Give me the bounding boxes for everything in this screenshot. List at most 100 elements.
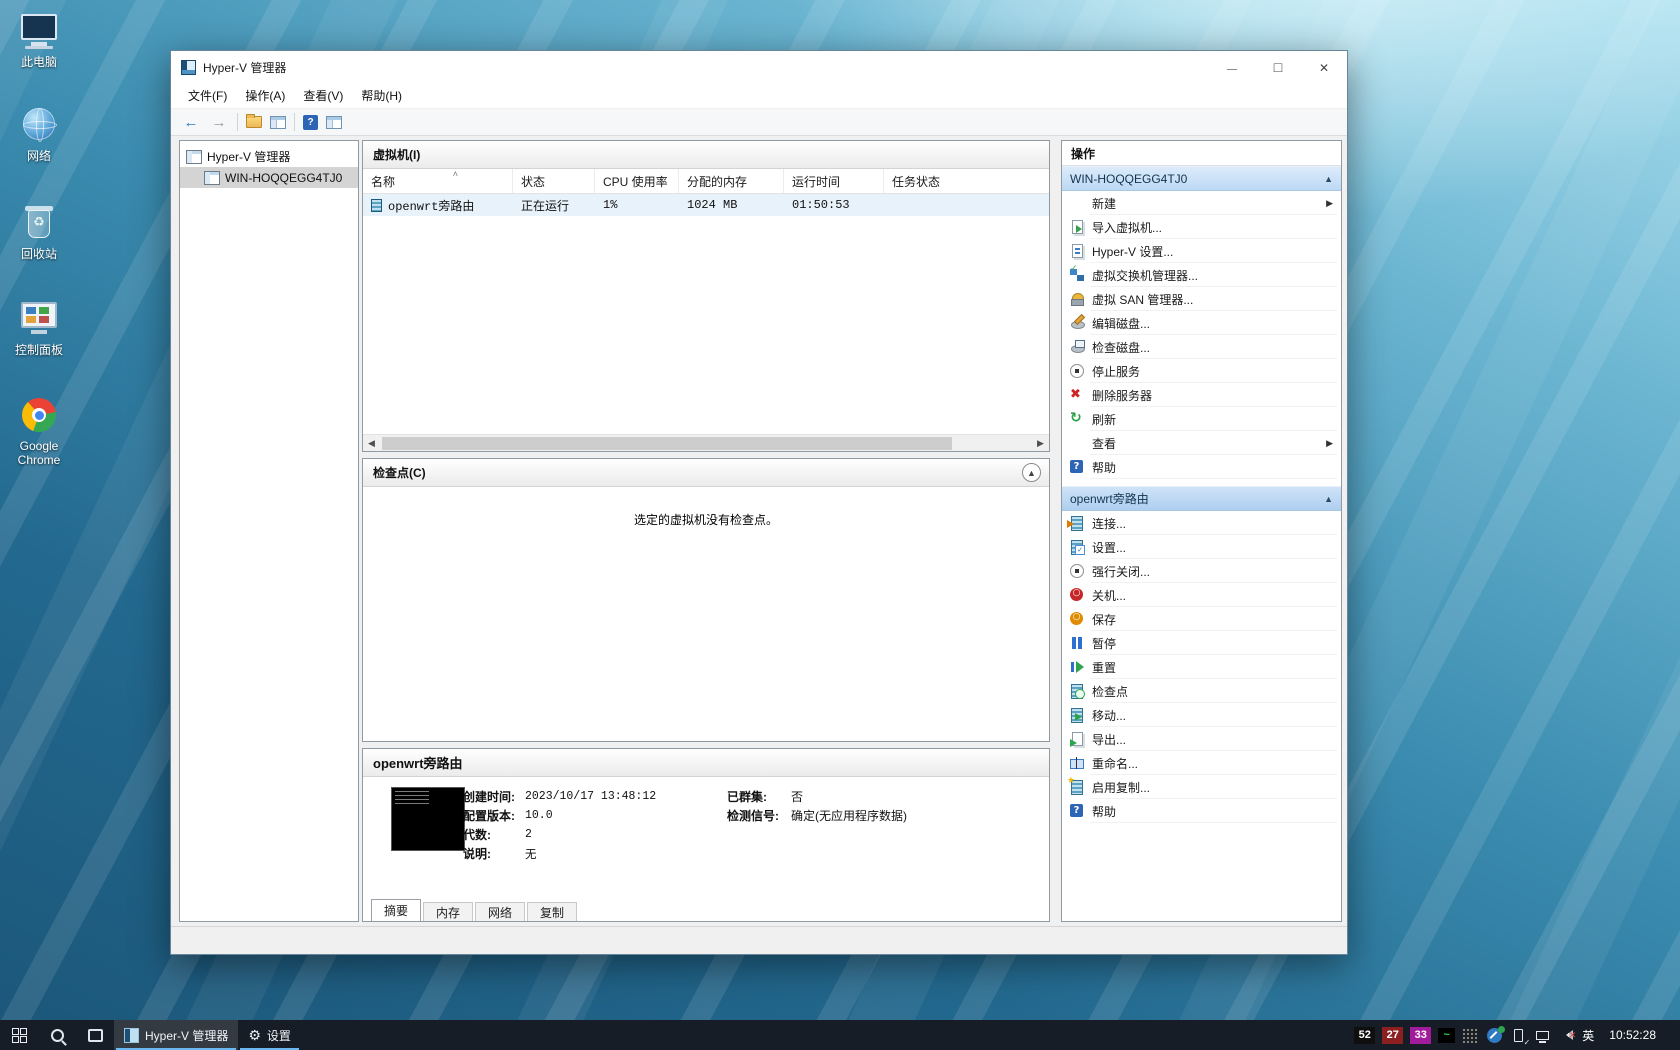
tab-summary[interactable]: 摘要 <box>371 899 422 921</box>
column-name[interactable]: 名称 <box>363 169 513 193</box>
help-icon <box>1069 803 1085 819</box>
checkpoints-empty-message: 选定的虚拟机没有检查点。 <box>633 513 778 527</box>
search-button[interactable] <box>38 1020 76 1050</box>
scroll-left-icon[interactable]: ◀ <box>363 435 380 452</box>
tray-badge-cpu[interactable]: 52 <box>1354 1026 1376 1044</box>
action-turn-off[interactable]: 强行关闭... <box>1062 559 1341 583</box>
action-new[interactable]: 新建 ▶ <box>1062 191 1341 215</box>
vm-icon <box>371 198 382 212</box>
clock[interactable]: 10:52:28 <box>1601 1028 1664 1042</box>
tray-badge-usage[interactable]: 33 <box>1410 1026 1432 1044</box>
action-checkpoint[interactable]: 检查点 <box>1062 679 1341 703</box>
action-hyperv-settings[interactable]: Hyper-V 设置... <box>1062 239 1341 263</box>
ime-language-indicator[interactable]: 英 <box>1582 1027 1594 1044</box>
connected-device-icon[interactable] <box>1486 1027 1503 1043</box>
action-pause[interactable]: 暂停 <box>1062 631 1341 655</box>
app-grid-tray-icon[interactable] <box>1462 1027 1480 1043</box>
action-export[interactable]: 导出... <box>1062 727 1341 751</box>
menu-view[interactable]: 查看(V) <box>294 83 352 108</box>
scrollbar-thumb[interactable] <box>382 436 952 450</box>
action-stop-service[interactable]: 停止服务 <box>1062 359 1341 383</box>
details-tabs: 摘要 内存 网络 复制 <box>371 899 579 921</box>
submenu-arrow-icon: ▶ <box>1326 197 1333 208</box>
action-inspect-disk[interactable]: 检查磁盘... <box>1062 335 1341 359</box>
vm-task-cell <box>884 194 1049 216</box>
desktop-icon-google-chrome[interactable]: Google Chrome <box>6 396 72 467</box>
collapse-panel-button[interactable]: ▲ <box>1022 463 1041 482</box>
action-save[interactable]: 保存 <box>1062 607 1341 631</box>
menu-file[interactable]: 文件(F) <box>179 83 236 108</box>
show-console-tree-icon[interactable] <box>270 115 286 129</box>
volume-muted-icon[interactable] <box>1558 1028 1577 1043</box>
action-rename[interactable]: 重命名... <box>1062 751 1341 775</box>
task-view-button[interactable] <box>76 1020 114 1050</box>
minimize-button[interactable] <box>1209 51 1255 83</box>
column-task-status[interactable]: 任务状态 <box>884 169 1049 193</box>
tree-item-root[interactable]: Hyper-V 管理器 <box>180 146 358 167</box>
menu-help[interactable]: 帮助(H) <box>352 83 411 108</box>
tray-badge-temp[interactable]: 27 <box>1382 1026 1404 1044</box>
desktop-icon-this-pc[interactable]: 此电脑 <box>6 12 72 69</box>
search-icon <box>50 1028 64 1042</box>
actions-section-server-header[interactable]: WIN-HOQQEGG4TJ0 ▲ <box>1062 166 1341 191</box>
hyperv-manager-window: Hyper-V 管理器 文件(F) 操作(A) 查看(V) 帮助(H) ← → … <box>170 50 1348 955</box>
action-enable-replication[interactable]: 启用复制... <box>1062 775 1341 799</box>
desktop-icon-recycle-bin[interactable]: ♻ 回收站 <box>6 204 72 261</box>
action-connect[interactable]: 连接... <box>1062 511 1341 535</box>
toolbar-help-icon[interactable]: ? <box>303 114 318 130</box>
scroll-right-icon[interactable]: ▶ <box>1032 435 1049 452</box>
vm-state-cell: 正在运行 <box>521 199 570 214</box>
horizontal-scrollbar[interactable]: ◀ ▶ <box>363 434 1049 451</box>
vm-cpu-cell: 1% <box>603 198 618 212</box>
back-icon[interactable]: ← <box>181 112 201 132</box>
action-refresh[interactable]: 刷新 <box>1062 407 1341 431</box>
column-state[interactable]: 状态 <box>513 169 595 193</box>
actions-title: 操作 <box>1062 141 1341 166</box>
collapse-section-icon[interactable]: ▲ <box>1324 494 1333 504</box>
taskbar-app-hyperv[interactable]: Hyper-V 管理器 <box>114 1020 239 1050</box>
settings-gear-icon: ⚙ <box>248 1027 261 1043</box>
tab-memory[interactable]: 内存 <box>423 902 474 921</box>
action-edit-disk[interactable]: 编辑磁盘... <box>1062 311 1341 335</box>
vm-thumbnail[interactable] <box>391 787 465 851</box>
column-memory[interactable]: 分配的内存 <box>679 169 784 193</box>
actions-section-vm-header[interactable]: openwrt旁路由 ▲ <box>1062 486 1341 511</box>
action-virtual-switch-manager[interactable]: 虚拟交换机管理器... <box>1062 263 1341 287</box>
checkpoints-title: 检查点(C) <box>373 466 426 480</box>
action-reset[interactable]: 重置 <box>1062 655 1341 679</box>
recycle-bin-icon: ♻ <box>17 204 61 244</box>
title-bar[interactable]: Hyper-V 管理器 <box>171 51 1347 83</box>
window-title: Hyper-V 管理器 <box>203 60 287 75</box>
menu-action[interactable]: 操作(A) <box>236 83 294 108</box>
tab-replication[interactable]: 复制 <box>527 902 578 921</box>
export-list-icon[interactable] <box>246 114 262 128</box>
action-help-vm[interactable]: 帮助 <box>1062 799 1341 823</box>
action-help-server[interactable]: 帮助 <box>1062 455 1341 479</box>
action-import-vm[interactable]: 导入虚拟机... <box>1062 215 1341 239</box>
action-view[interactable]: 查看 ▶ <box>1062 431 1341 455</box>
maximize-button[interactable] <box>1255 51 1301 83</box>
close-button[interactable] <box>1301 51 1347 83</box>
action-move[interactable]: 移动... <box>1062 703 1341 727</box>
column-uptime[interactable]: 运行时间 <box>784 169 884 193</box>
field-value: 10.0 <box>525 809 553 822</box>
vm-table-row[interactable]: openwrt旁路由 正在运行 1% 1024 MB 01:50:53 <box>363 194 1049 216</box>
tree-item-server[interactable]: WIN-HOQQEGG4TJ0 <box>180 167 358 188</box>
activity-monitor-icon[interactable]: ~ <box>1438 1027 1456 1043</box>
action-settings[interactable]: 设置... <box>1062 535 1341 559</box>
collapse-section-icon[interactable]: ▲ <box>1324 174 1333 184</box>
show-action-pane-icon[interactable] <box>326 115 342 129</box>
action-remove-server[interactable]: 删除服务器 <box>1062 383 1341 407</box>
forward-icon[interactable]: → <box>209 112 229 132</box>
vm-table-header: 名称 状态 CPU 使用率 分配的内存 运行时间 任务状态 <box>363 169 1049 194</box>
action-virtual-san-manager[interactable]: 虚拟 SAN 管理器... <box>1062 287 1341 311</box>
desktop-icon-control-panel[interactable]: 控制面板 <box>6 300 72 357</box>
network-status-icon[interactable] <box>1534 1028 1551 1043</box>
taskbar-app-settings[interactable]: ⚙ 设置 <box>238 1020 301 1050</box>
action-shut-down[interactable]: 关机... <box>1062 583 1341 607</box>
desktop-icon-network[interactable]: 网络 <box>6 106 72 163</box>
tab-networking[interactable]: 网络 <box>475 902 526 921</box>
column-cpu[interactable]: CPU 使用率 <box>595 169 679 193</box>
usb-device-icon[interactable] <box>1510 1028 1527 1043</box>
start-button[interactable] <box>0 1020 38 1050</box>
